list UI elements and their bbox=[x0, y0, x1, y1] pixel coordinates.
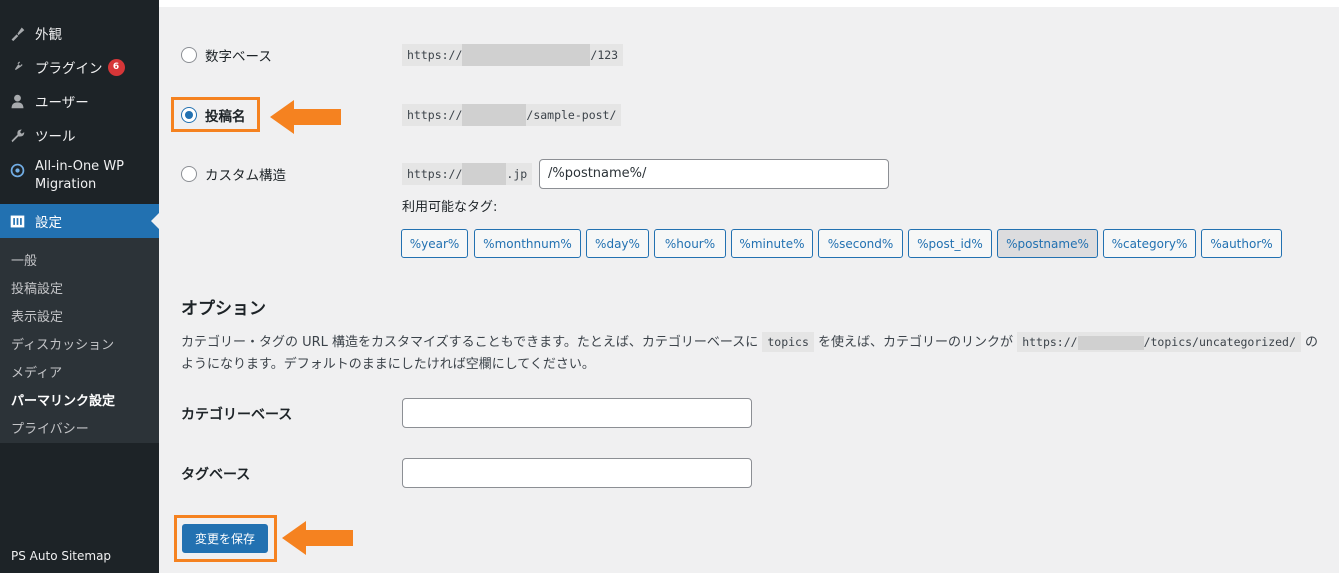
url-suffix: .jp bbox=[506, 167, 528, 181]
menu-settings[interactable]: 設定 bbox=[0, 204, 159, 238]
tag-button-day[interactable]: %day% bbox=[586, 229, 649, 258]
arrow-icon bbox=[270, 100, 341, 134]
option-postname-label: 投稿名 bbox=[205, 109, 246, 125]
tag-button-postname[interactable]: %postname% bbox=[997, 229, 1098, 258]
url-prefix: https:// bbox=[407, 167, 463, 181]
menu-label-line2: Migration bbox=[35, 177, 97, 192]
user-icon bbox=[7, 91, 27, 111]
main-content bbox=[159, 7, 1339, 573]
redacted-domain bbox=[462, 163, 507, 185]
tag-button-year[interactable]: %year% bbox=[401, 229, 468, 258]
menu-ps-auto-sitemap[interactable]: PS Auto Sitemap bbox=[11, 549, 111, 563]
update-count-badge: 6 bbox=[107, 58, 125, 76]
url-prefix: https:// bbox=[407, 48, 463, 62]
tag-base-label: タグベース bbox=[181, 467, 251, 483]
url-suffix: /123 bbox=[590, 48, 619, 62]
tag-button-post-id[interactable]: %post_id% bbox=[908, 229, 992, 258]
menu-tools[interactable]: ツール bbox=[0, 124, 159, 146]
menu-label: ツール bbox=[35, 129, 76, 145]
menu-appearance[interactable]: 外観 bbox=[0, 22, 159, 44]
submenu-media[interactable]: メディア bbox=[11, 362, 62, 381]
tag-button-hour[interactable]: %hour% bbox=[654, 229, 726, 258]
migration-icon bbox=[7, 160, 27, 180]
options-description-line2: ようになります。デフォルトのままにしたければ空欄にしてください。 bbox=[181, 357, 595, 372]
options-description: カテゴリー・タグの URL 構造をカスタマイズすることもできます。たとえば、カテ… bbox=[181, 331, 1319, 352]
redacted-domain bbox=[462, 44, 591, 66]
postname-url-example: https:// /sample-post/ bbox=[402, 104, 622, 126]
submenu-privacy[interactable]: プライバシー bbox=[11, 418, 89, 437]
category-base-label: カテゴリーベース bbox=[181, 407, 293, 423]
redacted-domain bbox=[462, 104, 527, 126]
url-prefix: https:// bbox=[407, 108, 463, 122]
menu-label-line1: All-in-One WP bbox=[35, 159, 125, 174]
custom-structure-input[interactable]: /%postname%/ bbox=[539, 159, 889, 189]
options-heading: オプション bbox=[181, 299, 266, 319]
custom-url-prefix: https:// .jp bbox=[402, 163, 533, 185]
tag-button-minute[interactable]: %minute% bbox=[731, 229, 813, 258]
settings-icon bbox=[7, 211, 27, 231]
option-custom-label: カスタム構造 bbox=[205, 168, 286, 184]
redacted-domain bbox=[1077, 335, 1144, 350]
tag-button-author[interactable]: %author% bbox=[1201, 229, 1282, 258]
menu-users[interactable]: ユーザー bbox=[0, 90, 159, 112]
submenu-permalinks[interactable]: パーマリンク設定 bbox=[11, 390, 115, 409]
radio-postname[interactable] bbox=[181, 107, 197, 123]
plugin-icon bbox=[7, 57, 27, 77]
submenu-general[interactable]: 一般 bbox=[11, 250, 37, 269]
desc-code-url: https:// /topics/uncategorized/ bbox=[1017, 332, 1301, 352]
desc-text: カテゴリー・タグの URL 構造をカスタマイズすることもできます。たとえば、カテ… bbox=[181, 335, 759, 350]
submenu-discussion[interactable]: ディスカッション bbox=[11, 334, 114, 353]
brush-icon bbox=[7, 23, 27, 43]
arrow-icon bbox=[282, 521, 353, 555]
menu-all-in-one-wp-migration[interactable]: All-in-One WP Migration bbox=[0, 158, 159, 198]
desc-code: topics bbox=[762, 332, 814, 352]
save-button[interactable]: 変更を保存 bbox=[182, 524, 268, 553]
menu-label: 設定 bbox=[35, 215, 62, 231]
desc-text: を使えば、カテゴリーのリンクが bbox=[818, 335, 1014, 350]
tag-button-monthnum[interactable]: %monthnum% bbox=[474, 229, 581, 258]
admin-sidebar: 外観 プラグイン 6 ユーザー ツール All-in-One WP Migrat… bbox=[0, 0, 159, 573]
menu-label: ユーザー bbox=[35, 95, 89, 111]
menu-plugins[interactable]: プラグイン 6 bbox=[0, 56, 159, 78]
radio-numeric[interactable] bbox=[181, 47, 197, 63]
menu-label: 外観 bbox=[35, 27, 62, 43]
radio-custom[interactable] bbox=[181, 166, 197, 182]
tag-button-second[interactable]: %second% bbox=[818, 229, 903, 258]
menu-label: All-in-One WP Migration bbox=[35, 158, 124, 194]
url-suffix: /topics/uncategorized/ bbox=[1143, 335, 1296, 349]
category-base-input[interactable] bbox=[402, 398, 752, 428]
wrench-icon bbox=[7, 125, 27, 145]
option-numeric-label: 数字ベース bbox=[205, 49, 272, 65]
tag-base-input[interactable] bbox=[402, 458, 752, 488]
top-edge bbox=[159, 0, 1339, 7]
url-prefix: https:// bbox=[1022, 335, 1078, 349]
submenu-reading[interactable]: 表示設定 bbox=[11, 306, 63, 325]
numeric-url-example: https:// /123 bbox=[402, 44, 624, 66]
tag-button-category[interactable]: %category% bbox=[1103, 229, 1196, 258]
settings-submenu: 一般 投稿設定 表示設定 ディスカッション メディア パーマリンク設定 プライバ… bbox=[0, 238, 159, 443]
menu-label: プラグイン bbox=[35, 61, 103, 77]
available-tags-label: 利用可能なタグ: bbox=[402, 200, 498, 215]
submenu-writing[interactable]: 投稿設定 bbox=[11, 278, 63, 297]
desc-text: の bbox=[1305, 335, 1319, 350]
url-suffix: /sample-post/ bbox=[526, 108, 617, 122]
